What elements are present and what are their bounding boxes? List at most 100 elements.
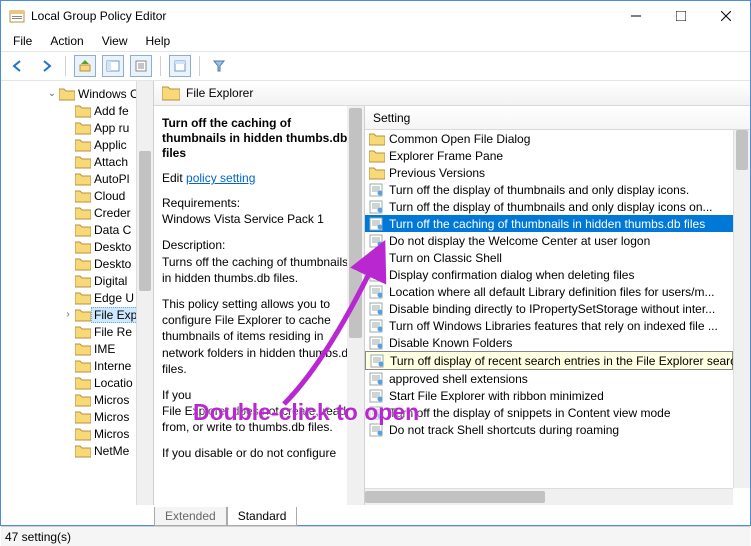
folder-icon [369,166,385,180]
list-item[interactable]: Explorer Frame Pane [365,147,733,164]
list-item-label: Previous Versions [389,166,485,180]
list-item[interactable]: Start File Explorer with ribbon minimize… [365,387,733,404]
forward-button[interactable] [35,55,57,77]
tab-extended[interactable]: Extended [154,507,227,526]
tree-item[interactable]: NetMe [1,442,153,459]
tree-item[interactable]: Micros [1,408,153,425]
back-button[interactable] [7,55,29,77]
tab-strip: Extended Standard [1,505,750,526]
tree-item-label: IME [91,342,115,356]
list-item[interactable]: Display confirmation dialog when deletin… [365,266,733,283]
minimize-button[interactable] [613,1,658,31]
list-item[interactable]: Disable Known Folders [365,334,733,351]
list-item-label: Turn on Classic Shell [389,251,502,265]
setting-icon [369,234,385,248]
folder-icon [75,376,91,390]
edit-label: Edit [162,171,186,185]
maximize-button[interactable] [658,1,703,31]
tree-item-label: AutoPl [91,172,129,186]
requirements-text: Windows Vista Service Pack 1 [162,211,356,227]
toolbar-separator [199,56,200,76]
folder-icon [75,138,91,152]
tree-item[interactable]: Attach [1,153,153,170]
list-item-label: Turn off the caching of thumbnails in hi… [389,217,705,231]
description-scrollbar[interactable] [347,106,364,505]
list-item[interactable]: Common Open File Dialog [365,130,733,147]
settings-list-pane: Setting Common Open File DialogExplorer … [364,106,750,505]
list-vertical-scrollbar[interactable] [733,130,750,488]
tab-standard[interactable]: Standard [227,507,298,526]
tree-item[interactable]: Add fe [1,102,153,119]
tree-pane[interactable]: ⌄ Windows C Add fe App ruApplicAttach Auto… [1,81,154,505]
list-item[interactable]: Turn off the caching of thumbnails in hi… [365,215,733,232]
folder-icon [75,104,91,118]
collapse-icon[interactable]: ⌄ [45,88,59,99]
tree-item[interactable]: Data C [1,221,153,238]
close-button[interactable] [703,1,748,31]
list-item[interactable]: Do not display the Welcome Center at use… [365,232,733,249]
tree-item-label: App ru [91,121,129,135]
tree-item[interactable]: Micros [1,391,153,408]
list-item[interactable]: Turn off display of recent search entrie… [365,351,733,370]
folder-icon [75,410,91,424]
requirements-label: Requirements: [162,195,356,211]
show-hide-tree-button[interactable] [102,55,124,77]
list-item-label: Common Open File Dialog [389,132,530,146]
up-button[interactable] [74,55,96,77]
menu-view[interactable]: View [94,32,136,50]
list-item[interactable]: Turn on Classic Shell [365,249,733,266]
list-item-label: Turn off the display of thumbnails and o… [389,200,713,214]
list-item[interactable]: Turn off the display of thumbnails and o… [365,181,733,198]
description-para2: This policy setting allows you to config… [162,296,356,377]
list-horizontal-scrollbar[interactable] [365,488,733,505]
tree-scrollbar[interactable] [136,81,153,505]
tree-item[interactable]: Micros [1,425,153,442]
tree-item[interactable]: Edge U [1,289,153,306]
list-item[interactable]: Turn off the display of snippets in Cont… [365,404,733,421]
setting-icon [369,251,385,265]
tree-item-label: File Re [91,325,132,339]
tree-item[interactable]: ›File Exp [1,306,153,323]
list-item[interactable]: Do not track Shell shortcuts during roam… [365,421,733,438]
list-item[interactable]: approved shell extensions [365,370,733,387]
tree-item[interactable]: App ru [1,119,153,136]
setting-icon [369,268,385,282]
list-item[interactable]: Turn off Windows Libraries features that… [365,317,733,334]
tree-item[interactable]: Creder [1,204,153,221]
list-item[interactable]: Turn off the display of thumbnails and o… [365,198,733,215]
export-list-button[interactable] [130,55,152,77]
filter-button[interactable] [208,55,230,77]
properties-button[interactable] [169,55,191,77]
tree-item[interactable]: Cloud [1,187,153,204]
tree-item-label: Data C [91,223,131,237]
tree-item[interactable]: File Re [1,323,153,340]
description-text: Turns off the caching of thumbnails in h… [162,254,356,286]
menu-file[interactable]: File [5,32,40,50]
tree-item[interactable]: IME [1,340,153,357]
tree-item[interactable]: Digital [1,272,153,289]
setting-icon [369,285,385,299]
folder-icon [75,393,91,407]
tree-item[interactable]: Applic [1,136,153,153]
tree-item[interactable]: AutoPl [1,170,153,187]
list-item[interactable]: Location where all default Library defin… [365,283,733,300]
list-item[interactable]: Previous Versions [365,164,733,181]
folder-icon [75,308,91,322]
status-text: 47 setting(s) [5,530,71,544]
toolbar-separator [65,56,66,76]
list-item-label: Location where all default Library defin… [389,285,715,299]
tree-root-label[interactable]: Windows C [75,87,139,101]
tree-item-label: Digital [91,274,127,288]
tree-item[interactable]: Deskto [1,238,153,255]
menu-help[interactable]: Help [138,32,179,50]
menu-action[interactable]: Action [42,32,91,50]
edit-policy-link[interactable]: policy setting [186,171,255,185]
list-column-header[interactable]: Setting [365,106,750,130]
folder-icon [75,155,91,169]
expand-icon[interactable]: › [61,309,75,320]
list-item[interactable]: Disable binding directly to IPropertySet… [365,300,733,317]
folder-icon [75,444,91,458]
tree-item[interactable]: Locatio [1,374,153,391]
tree-item[interactable]: Deskto [1,255,153,272]
tree-item[interactable]: Interne [1,357,153,374]
